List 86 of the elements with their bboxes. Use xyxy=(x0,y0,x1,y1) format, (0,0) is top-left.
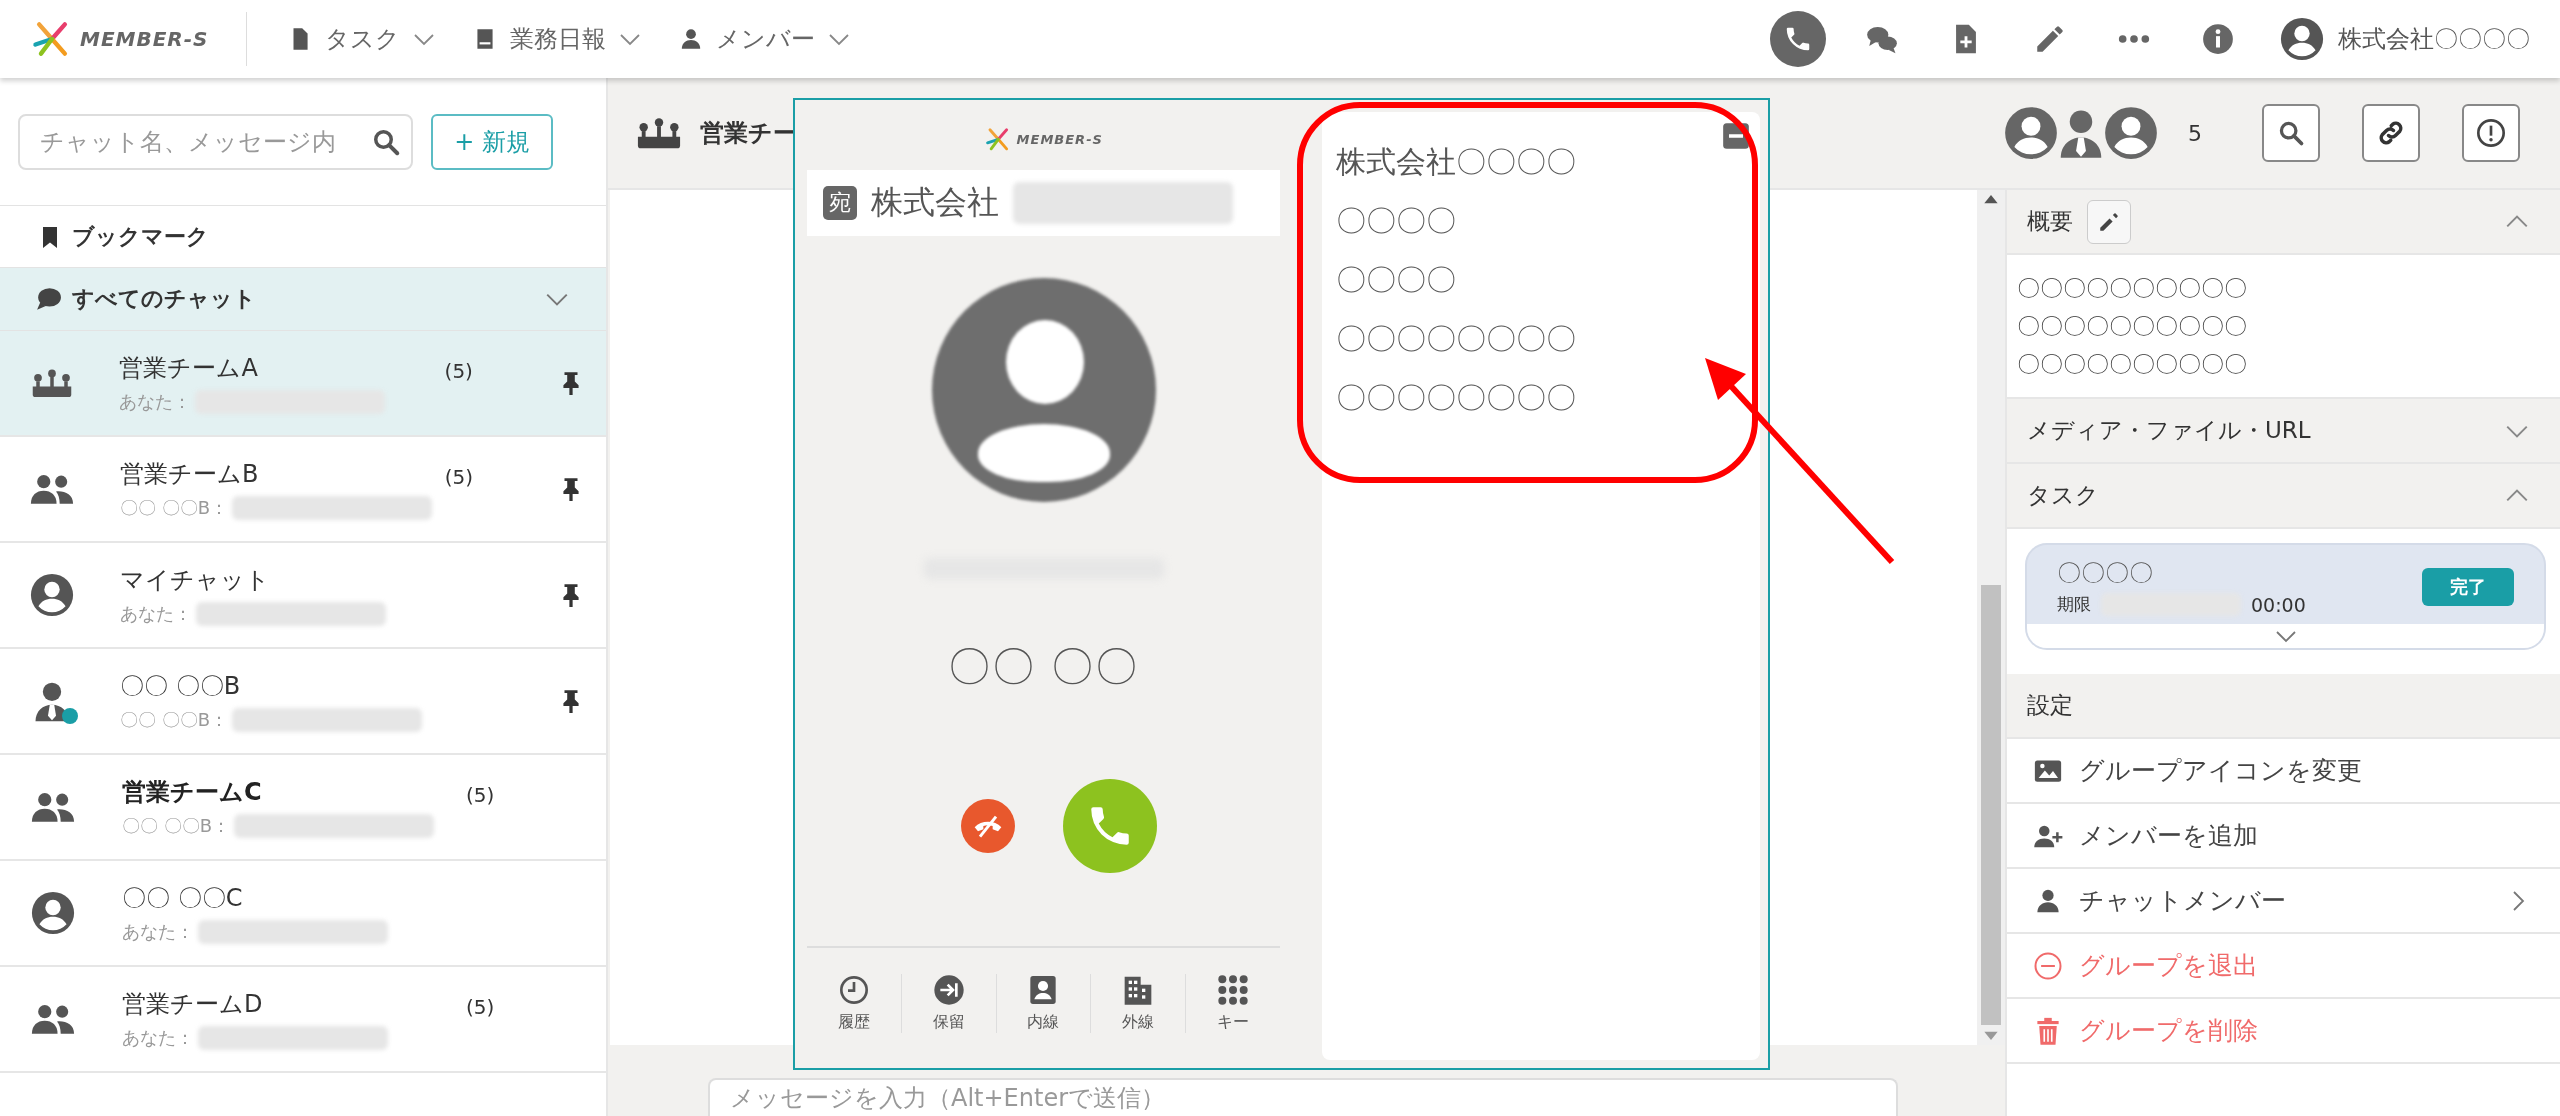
section-title: 設定 xyxy=(2027,691,2073,720)
overview-line: 〇〇〇〇〇〇〇〇〇〇 xyxy=(2017,350,2248,379)
toolbar-button[interactable] xyxy=(1770,11,1826,67)
search-icon xyxy=(2277,119,2305,147)
section-title: タスク xyxy=(2027,481,2099,510)
info-icon xyxy=(2201,22,2235,56)
all-chats-header[interactable]: すべてのチャット xyxy=(0,268,606,331)
member-avatar-icon xyxy=(2004,106,2058,160)
task-title: 〇〇〇〇 xyxy=(2057,558,2154,589)
chat-name: マイチャット xyxy=(120,565,271,596)
settings-label: チャットメンバー xyxy=(2079,885,2286,917)
settings-label: メンバーを追加 xyxy=(2079,820,2258,852)
caller-detail: 株式会社〇〇〇〇 xyxy=(1336,143,1577,181)
caller-number: 〇〇 〇〇 xyxy=(947,640,1140,693)
section-title: ブックマーク xyxy=(72,222,209,251)
address-badge: 宛 xyxy=(823,186,857,220)
settings-item[interactable]: チャットメンバー xyxy=(2007,869,2560,934)
caller-detail: 〇〇〇〇〇〇〇〇 xyxy=(1336,320,1577,358)
scrollbar-thumb[interactable] xyxy=(1981,585,2001,1025)
due-label: 期限 xyxy=(2057,593,2091,616)
search-field[interactable]: チャット名、メッセージ内 xyxy=(18,113,413,170)
chat-name: 〇〇 〇〇B xyxy=(120,671,242,702)
settings-label: グループを削除 xyxy=(2079,1015,2258,1047)
settings-item[interactable]: グループアイコンを変更 xyxy=(2007,739,2560,804)
link-button[interactable] xyxy=(2362,104,2420,162)
avatar-icon xyxy=(2280,17,2324,61)
member-avatar-icon xyxy=(2104,106,2158,160)
nav-menu[interactable]: メンバー xyxy=(678,23,852,55)
section-header[interactable]: メディア・ファイル・URL xyxy=(2007,399,2560,464)
keypad-icon xyxy=(1217,973,1250,1006)
settings-item[interactable]: メンバーを追加 xyxy=(2007,804,2560,869)
call-tab[interactable]: 外線 xyxy=(1091,973,1187,1033)
chat-name: 営業チームC xyxy=(122,777,263,808)
avatar-icon xyxy=(30,573,74,617)
search-button[interactable] xyxy=(2262,104,2320,162)
caller-detail: 〇〇〇〇 xyxy=(1336,261,1457,299)
section-title: メディア・ファイル・URL xyxy=(2027,416,2311,445)
section-title: すべてのチャット xyxy=(72,285,256,313)
message-sender: あなた： xyxy=(119,390,192,414)
settings-label: グループアイコンを変更 xyxy=(2079,755,2362,787)
due-time: 00:00 xyxy=(2251,593,2306,616)
logo-text: MEMBER-S xyxy=(1016,131,1103,147)
chat-name: 営業チームB xyxy=(120,459,260,490)
company-name: 株式会社 xyxy=(871,182,999,223)
section-header[interactable]: タスク xyxy=(2007,464,2560,529)
arrow-to-bar-icon xyxy=(932,973,965,1006)
message-sender: 〇〇 〇〇B： xyxy=(120,496,229,520)
member-count: (5) xyxy=(444,359,473,383)
chat-name: 営業チームD xyxy=(122,989,264,1020)
report-button[interactable] xyxy=(2462,104,2520,162)
section-title: 概要 xyxy=(2027,207,2073,236)
account-name[interactable]: 株式会社〇〇〇〇 xyxy=(2338,23,2530,55)
avatar-icon xyxy=(31,891,75,935)
exclamation-circle-icon xyxy=(2475,117,2507,149)
nav-menu[interactable]: 業務日報 xyxy=(472,23,643,55)
chat-name: 〇〇 〇〇C xyxy=(122,883,244,914)
clock-icon xyxy=(837,973,870,1006)
task-card[interactable]: 〇〇〇〇 期限 00:00 完了 xyxy=(2025,543,2546,650)
overview-line: 〇〇〇〇〇〇〇〇〇〇 xyxy=(2017,312,2248,341)
caller-detail: 〇〇〇〇 xyxy=(1336,202,1457,240)
member-count: (5) xyxy=(466,995,495,1019)
overview-line: 〇〇〇〇〇〇〇〇〇〇 xyxy=(2017,274,2248,303)
edit-button[interactable] xyxy=(2087,199,2131,244)
call-tab[interactable]: 内線 xyxy=(996,973,1092,1033)
call-tab[interactable]: キー xyxy=(1186,973,1280,1033)
more-icon xyxy=(2117,34,2151,44)
message-sender: 〇〇 〇〇B： xyxy=(120,708,229,732)
message-sender: あなた： xyxy=(122,1026,194,1050)
member-count: 5 xyxy=(2188,120,2202,146)
logo-text: MEMBER-S xyxy=(80,27,209,51)
message-sender: あなた： xyxy=(122,920,194,944)
message-sender: あなた： xyxy=(120,602,192,626)
call-tab[interactable]: 履歴 xyxy=(807,973,902,1033)
section-header[interactable]: 概要 xyxy=(2007,190,2560,255)
message-input[interactable]: メッセージを入力（Alt+Enterで送信） xyxy=(708,1078,1898,1116)
caller-detail: 〇〇〇〇〇〇〇〇 xyxy=(1336,379,1577,417)
member-count: (5) xyxy=(444,465,474,489)
call-tab[interactable]: 保留 xyxy=(901,973,997,1033)
minus-circle-icon xyxy=(2033,950,2063,981)
speech-bubble-icon xyxy=(36,286,62,312)
message-sender: 〇〇 〇〇B： xyxy=(122,814,231,838)
chat-list-item[interactable]: 営業チームA あなた： (5) xyxy=(0,331,606,437)
nav-menu[interactable]: タスク xyxy=(287,23,437,55)
member-count: (5) xyxy=(466,783,495,807)
chat-name: 営業チームA xyxy=(119,353,259,384)
settings-label: グループを退出 xyxy=(2079,950,2258,982)
